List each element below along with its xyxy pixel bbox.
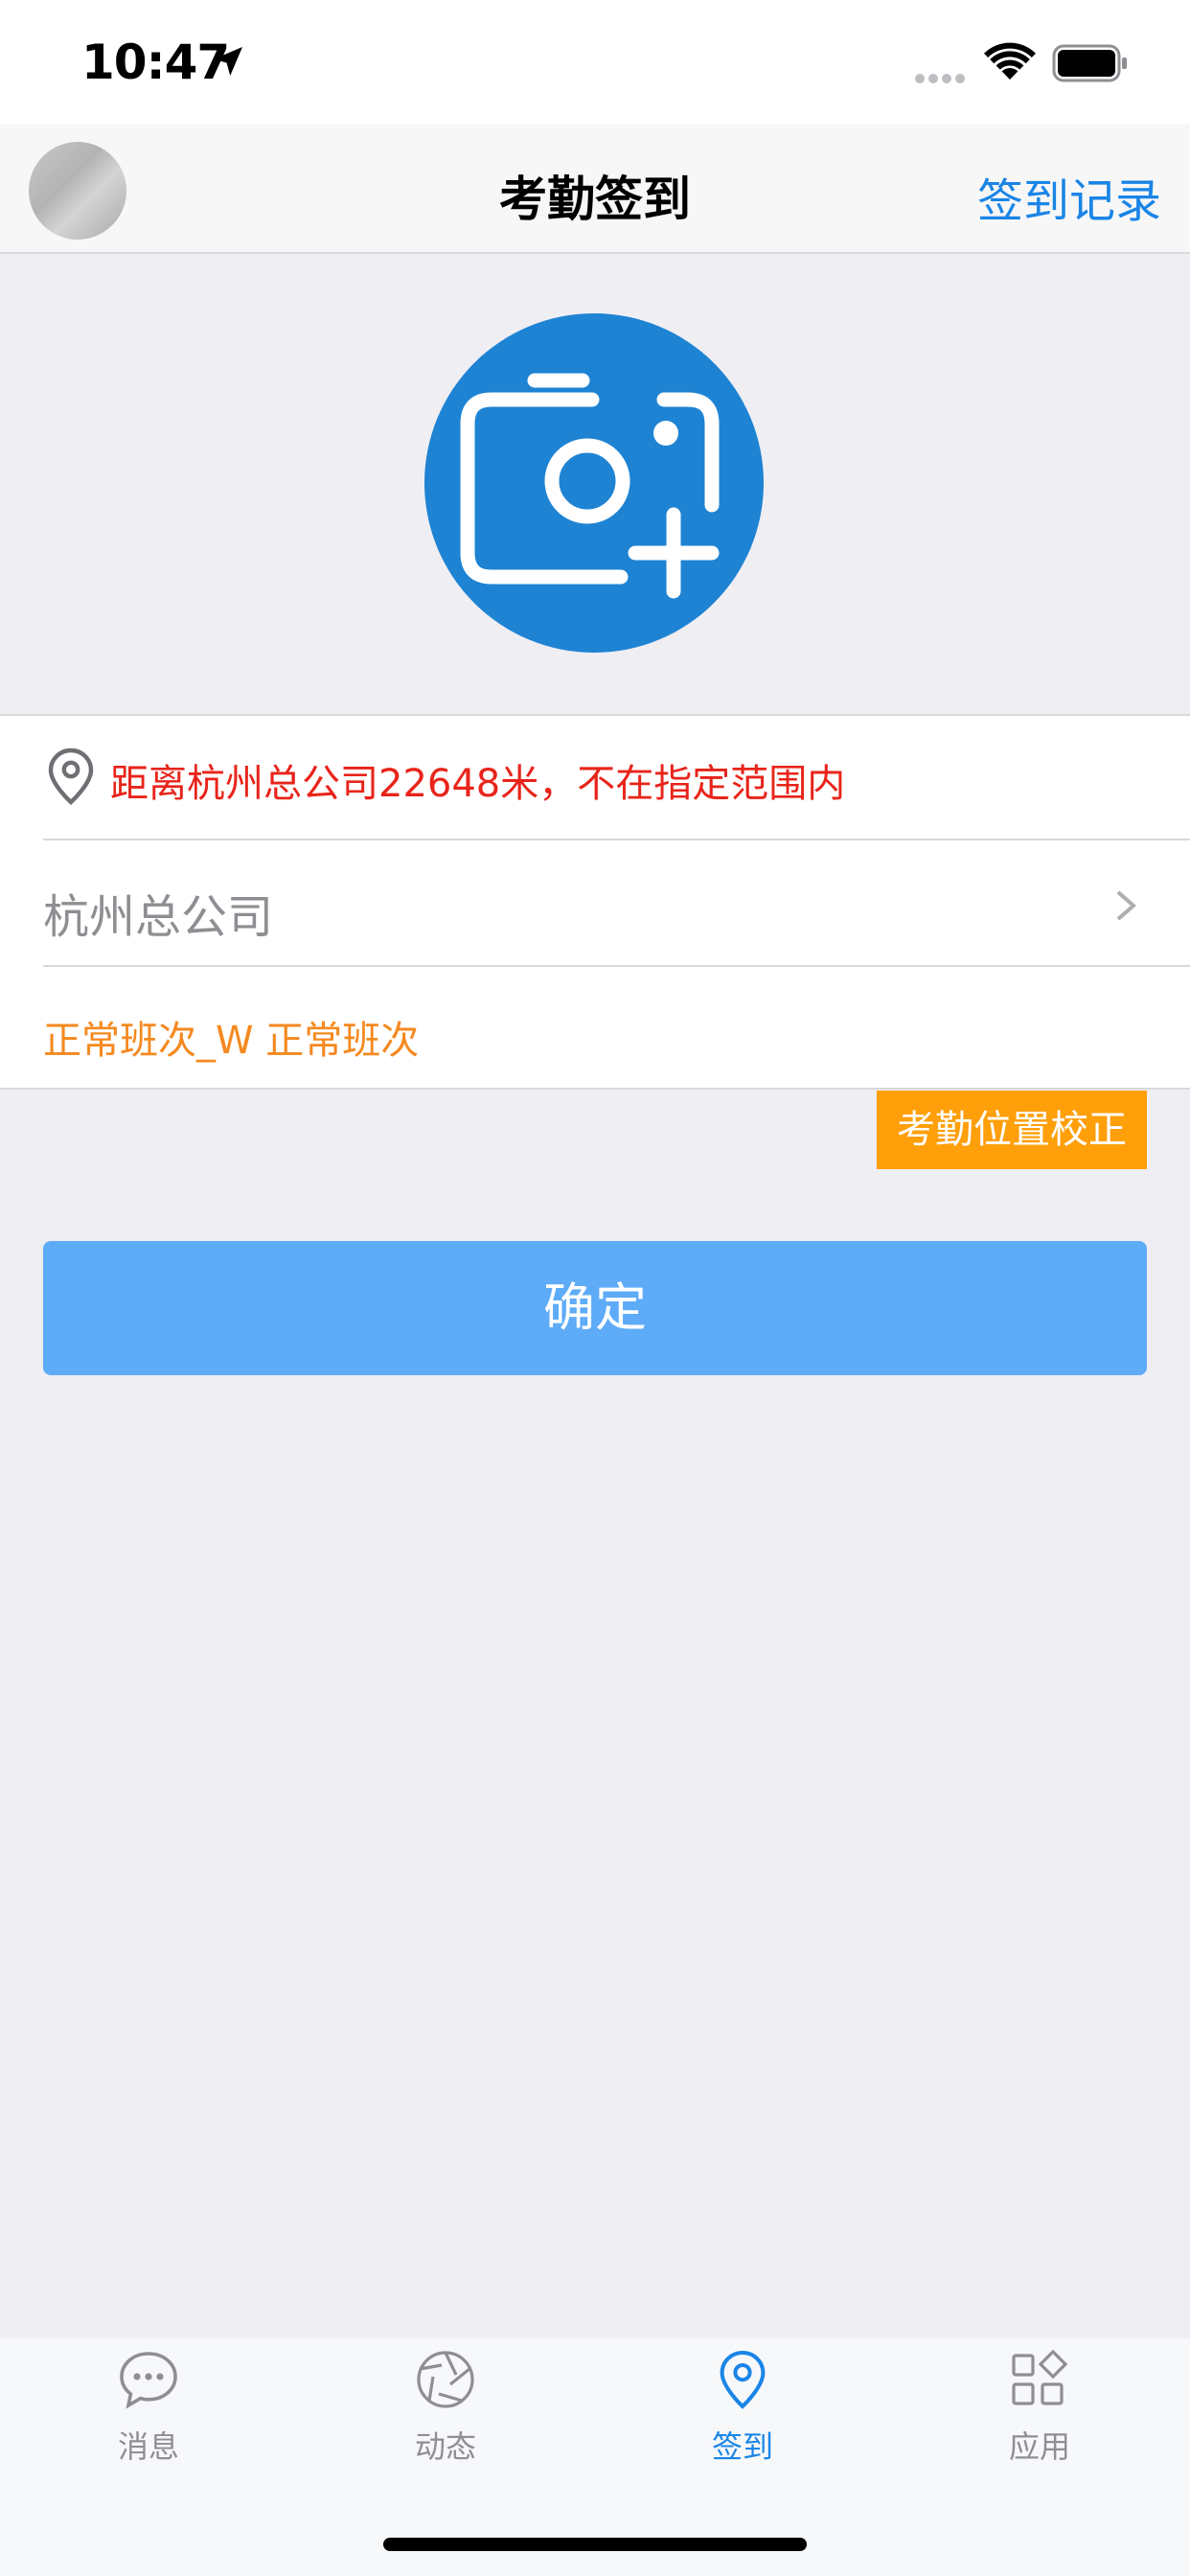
aperture-icon: [417, 2351, 474, 2408]
apps-grid-icon: [1012, 2349, 1068, 2405]
confirm-button[interactable]: 确定: [43, 1241, 1147, 1375]
sign-in-records-button[interactable]: 签到记录: [977, 163, 1161, 230]
tab-label: 应用: [1008, 2428, 1070, 2465]
tab-messages[interactable]: 消息: [0, 2338, 297, 2482]
location-arrow-icon: [214, 47, 242, 76]
tab-label: 消息: [117, 2428, 179, 2465]
take-photo-button[interactable]: [424, 313, 764, 653]
distance-status-text: 距离杭州总公司22648米，不在指定范围内: [110, 762, 846, 806]
camera-plus-icon: [460, 373, 720, 599]
status-time: 10:47: [81, 34, 230, 90]
company-selector[interactable]: 杭州总公司: [0, 840, 1190, 965]
company-name: 杭州总公司: [43, 890, 274, 944]
shift-row: 正常班次_W 正常班次: [0, 967, 1190, 1090]
status-bar: 10:47: [0, 0, 1190, 125]
battery-icon: [1052, 44, 1127, 82]
location-status-row: 距离杭州总公司22648米，不在指定范围内: [0, 716, 1190, 839]
home-indicator: [383, 2538, 807, 2551]
location-calibrate-button[interactable]: 考勤位置校正: [877, 1091, 1147, 1169]
message-bubble-icon: [120, 2352, 177, 2409]
cellular-icon: [915, 69, 969, 87]
sign-in-info-list: 距离杭州总公司22648米，不在指定范围内 杭州总公司 正常班次_W 正常班次: [0, 714, 1190, 1090]
chevron-right-icon: [1116, 890, 1137, 921]
location-pin-icon: [720, 2350, 766, 2409]
tab-activity[interactable]: 动态: [297, 2338, 594, 2482]
tab-label: 动态: [414, 2428, 476, 2465]
tab-apps[interactable]: 应用: [891, 2338, 1188, 2482]
shift-label: 正常班次_W 正常班次: [43, 1019, 420, 1063]
map-pin-icon: [48, 748, 94, 805]
tab-label: 签到: [711, 2428, 773, 2465]
photo-section: [0, 256, 1190, 714]
tab-sign-in[interactable]: 签到: [594, 2338, 891, 2482]
wifi-icon: [984, 42, 1036, 80]
nav-bar: 考勤签到 签到记录: [0, 125, 1190, 254]
